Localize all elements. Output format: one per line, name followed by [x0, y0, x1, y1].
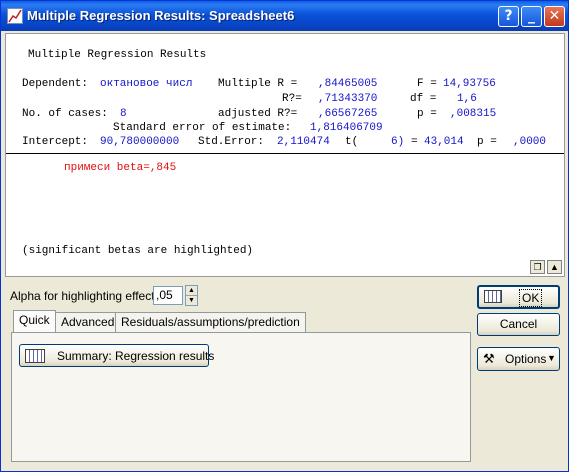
- significance-footnote: (significant betas are highlighted): [22, 245, 254, 257]
- spreadsheet-icon: [484, 290, 502, 303]
- results-separator: [6, 153, 564, 154]
- cases-label: No. of cases:: [22, 108, 108, 120]
- dependent-value: октановое числ: [100, 78, 193, 90]
- std-error-estimate-value: 1,816406709: [310, 122, 383, 134]
- options-button[interactable]: ⚒ Options ▼: [477, 347, 560, 371]
- cases-value: 8: [120, 108, 127, 120]
- beta-line: примеси beta=,845: [64, 162, 177, 174]
- adjusted-r2-label: adjusted R?=: [218, 108, 298, 120]
- r2-value: ,71343370: [318, 93, 378, 105]
- tab-quick[interactable]: Quick: [13, 310, 56, 333]
- alpha-input[interactable]: ,05: [153, 286, 183, 305]
- std-error-value: 2,110474: [277, 136, 330, 148]
- t-equals: =: [411, 136, 418, 148]
- df-label: df =: [410, 93, 437, 105]
- close-button[interactable]: ✕: [544, 6, 565, 27]
- spin-up-icon[interactable]: ▲: [186, 286, 197, 296]
- p-label: p =: [417, 108, 437, 120]
- df-value: 1,6: [457, 93, 477, 105]
- r2-label: R?=: [282, 93, 302, 105]
- std-error-estimate-label: Standard error of estimate:: [113, 122, 292, 134]
- dependent-label: Dependent:: [22, 78, 89, 90]
- adjusted-r2-value: ,66567265: [318, 108, 378, 120]
- multiple-r-value: ,84465005: [318, 78, 378, 90]
- results-heading: Multiple Regression Results: [28, 49, 207, 61]
- copy-icon[interactable]: ❐: [530, 260, 545, 274]
- results-dialog: Multiple Regression Results: Spreadsheet…: [0, 0, 569, 472]
- title-bar[interactable]: Multiple Regression Results: Spreadsheet…: [1, 1, 568, 31]
- statistics-app-icon: [7, 8, 23, 24]
- intercept-label: Intercept:: [22, 136, 89, 148]
- multiple-r-label: Multiple R =: [218, 78, 298, 90]
- help-button[interactable]: ?: [498, 6, 519, 27]
- dropdown-arrow-icon: ▼: [547, 353, 556, 363]
- f-value: 14,93756: [443, 78, 496, 90]
- ok-button-label: OK: [519, 289, 543, 307]
- t-label: t(: [345, 136, 359, 148]
- window-title: Multiple Regression Results: Spreadsheet…: [27, 8, 295, 23]
- f-label: F =: [417, 78, 437, 90]
- std-error-label: Std.Error:: [198, 136, 265, 148]
- p2-label: p =: [477, 136, 497, 148]
- spreadsheet-icon: [25, 349, 45, 363]
- minimize-button[interactable]: _: [521, 6, 542, 27]
- alpha-label: Alpha for highlighting effects:: [10, 289, 164, 303]
- scroll-up-icon[interactable]: ▲: [547, 260, 562, 274]
- t-df-value: 6): [391, 136, 405, 148]
- tab-residuals[interactable]: Residuals/assumptions/prediction: [115, 312, 306, 332]
- p-value: ,008315: [450, 108, 497, 120]
- cancel-button[interactable]: Cancel: [477, 313, 560, 336]
- ok-button[interactable]: OK: [477, 285, 560, 309]
- results-text-pane[interactable]: Multiple Regression Results Dependent: о…: [5, 33, 565, 277]
- t-value: 43,014: [424, 136, 464, 148]
- intercept-value: 90,780000000: [100, 136, 180, 148]
- alpha-spinner[interactable]: ▲ ▼: [185, 285, 198, 306]
- summary-button[interactable]: Summary: Regression results: [19, 344, 214, 367]
- tab-advanced[interactable]: Advanced: [55, 312, 121, 332]
- options-button-label: Options: [505, 352, 547, 366]
- options-icon: ⚒: [483, 351, 495, 366]
- p2-value: ,0000: [513, 136, 547, 148]
- summary-button-label: Summary: Regression results: [57, 349, 215, 363]
- spin-down-icon[interactable]: ▼: [186, 296, 197, 306]
